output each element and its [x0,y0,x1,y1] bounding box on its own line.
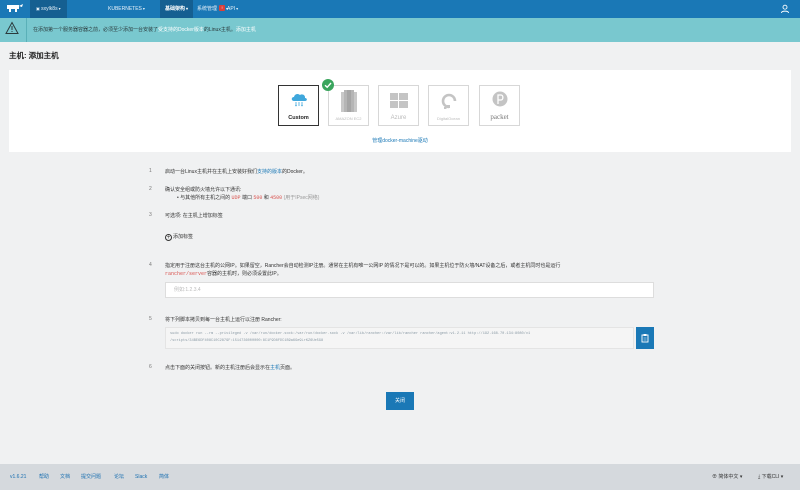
step-number: 2 [149,186,152,192]
alert-badge: ! [219,5,226,11]
azure-icon [389,93,408,108]
download-icon: ⤓ [758,474,761,480]
supported-docker-link[interactable]: 受支持的Docker版本 [158,27,204,33]
driver-custom[interactable]: Custom [278,85,319,126]
rancher-logo[interactable] [6,3,24,14]
nav-kubernetes[interactable]: KUBERNETES▾ [108,0,145,18]
copy-button[interactable] [636,327,654,349]
step-number: 1 [149,168,152,174]
chevron-down-icon: ▾ [739,474,743,480]
nav-admin[interactable]: 系统管理! ▾ [197,0,228,18]
add-host-link[interactable]: 添加主机 [236,27,256,33]
nav-api[interactable]: API▾ [227,0,238,18]
slack-link[interactable]: Slack [135,464,147,490]
step-1-text: 启动一台Linux主机并在主机上安装好我们支持的版本的Docker。 [165,169,308,175]
language-selector[interactable]: ⊕ 简体中文 ▾ [712,464,742,490]
chevron-down-icon: ▾ [142,6,145,11]
firewall-rule: • 与其他所有主机之间的 UDP 端口 500 和 4500 (用于IPsec网… [177,195,320,201]
public-ip-input[interactable] [165,282,654,298]
supported-version-link[interactable]: 支持的版本 [257,169,282,175]
step-2-text: 确认安全组或防火墙允许以下通讯: [165,187,242,193]
nav-infra[interactable]: 基础架构▾ [160,0,194,18]
clipboard-icon [641,334,649,343]
step-5-text: 将下列脚本拷贝到每一台主机上运行以注册 Rancher: [165,317,282,323]
banner-text: 在添加第一个服务器容器之前，必须至少添加一台安装了受支持的Docker版本的Li… [33,27,256,33]
chevron-down-icon: ▾ [186,6,189,11]
packet-icon [492,91,507,107]
close-button[interactable]: 关闭 [386,392,414,410]
user-icon[interactable] [780,4,790,14]
docs-link[interactable]: 文档 [60,464,70,490]
banner-divider [26,18,27,42]
plus-icon: + [165,234,172,241]
step-number: 3 [149,212,152,218]
add-label-button[interactable]: + 添加标签 [165,233,193,241]
version-link[interactable]: v1.6.21 [10,464,26,490]
forums-link[interactable]: 论坛 [114,464,124,490]
step-number: 4 [149,262,152,268]
amazon-ec2-icon [340,90,357,112]
digitalocean-icon [441,93,456,109]
driver-card-panel: Custom AMAZON EC2 Azure DigitalOcean pac… [9,70,791,152]
registration-command[interactable]: sudo docker run --rm --privileged -v /va… [165,327,634,349]
step-number: 5 [149,316,152,322]
step-number: 6 [149,364,152,370]
step-3-text: 可选项: 在主机上增加标签 [165,213,223,219]
footer: v1.6.21 帮助 文档 提交问题 论坛 Slack 简体 ⊕ 简体中文 ▾ … [0,464,800,490]
driver-azure[interactable]: Azure [378,85,419,126]
globe-icon: ⊕ [712,474,718,480]
step-6-text: 点击下面的关闭按钮。新的主机注册后会显示在主机页面。 [165,365,296,371]
driver-digitalocean[interactable]: DigitalOcean [428,85,469,126]
chevron-down-icon: ▾ [58,6,61,11]
warning-banner: 在添加第一个服务器容器之前，必须至少添加一台安装了受支持的Docker版本的Li… [0,18,800,42]
chevron-down-icon: ▾ [236,6,239,11]
step-4-text: 指定用于注册这台主机的公网IP。如果留空，Rancher会自动检测IP注册。通常… [165,263,561,277]
hosts-link[interactable]: 主机 [270,365,280,371]
download-cli-button[interactable]: ⤓ 下载CLI ▾ [758,464,783,490]
warning-icon [5,21,19,34]
selected-check-icon [322,79,334,91]
driver-packet[interactable]: packet [479,85,520,126]
env-selector[interactable]: ▣ sxylk8s▾ [30,0,67,18]
top-nav: ▣ sxylk8s▾ KUBERNETES▾ 基础架构▾ 系统管理! ▾ API▾ [0,0,800,18]
chevron-down-icon: ▾ [780,474,784,480]
page-title: 主机: 添加主机 [9,51,59,60]
english-link[interactable]: 简体 [159,464,169,490]
manage-machine-drivers-link[interactable]: 管理docker-machine驱动 [9,137,791,144]
cattle-icon: ▣ [36,6,40,11]
cloud-icon [291,93,307,107]
help-link[interactable]: 帮助 [39,464,49,490]
driver-amazon-ec2[interactable]: AMAZON EC2 [328,85,369,126]
file-issue-link[interactable]: 提交问题 [81,464,101,490]
